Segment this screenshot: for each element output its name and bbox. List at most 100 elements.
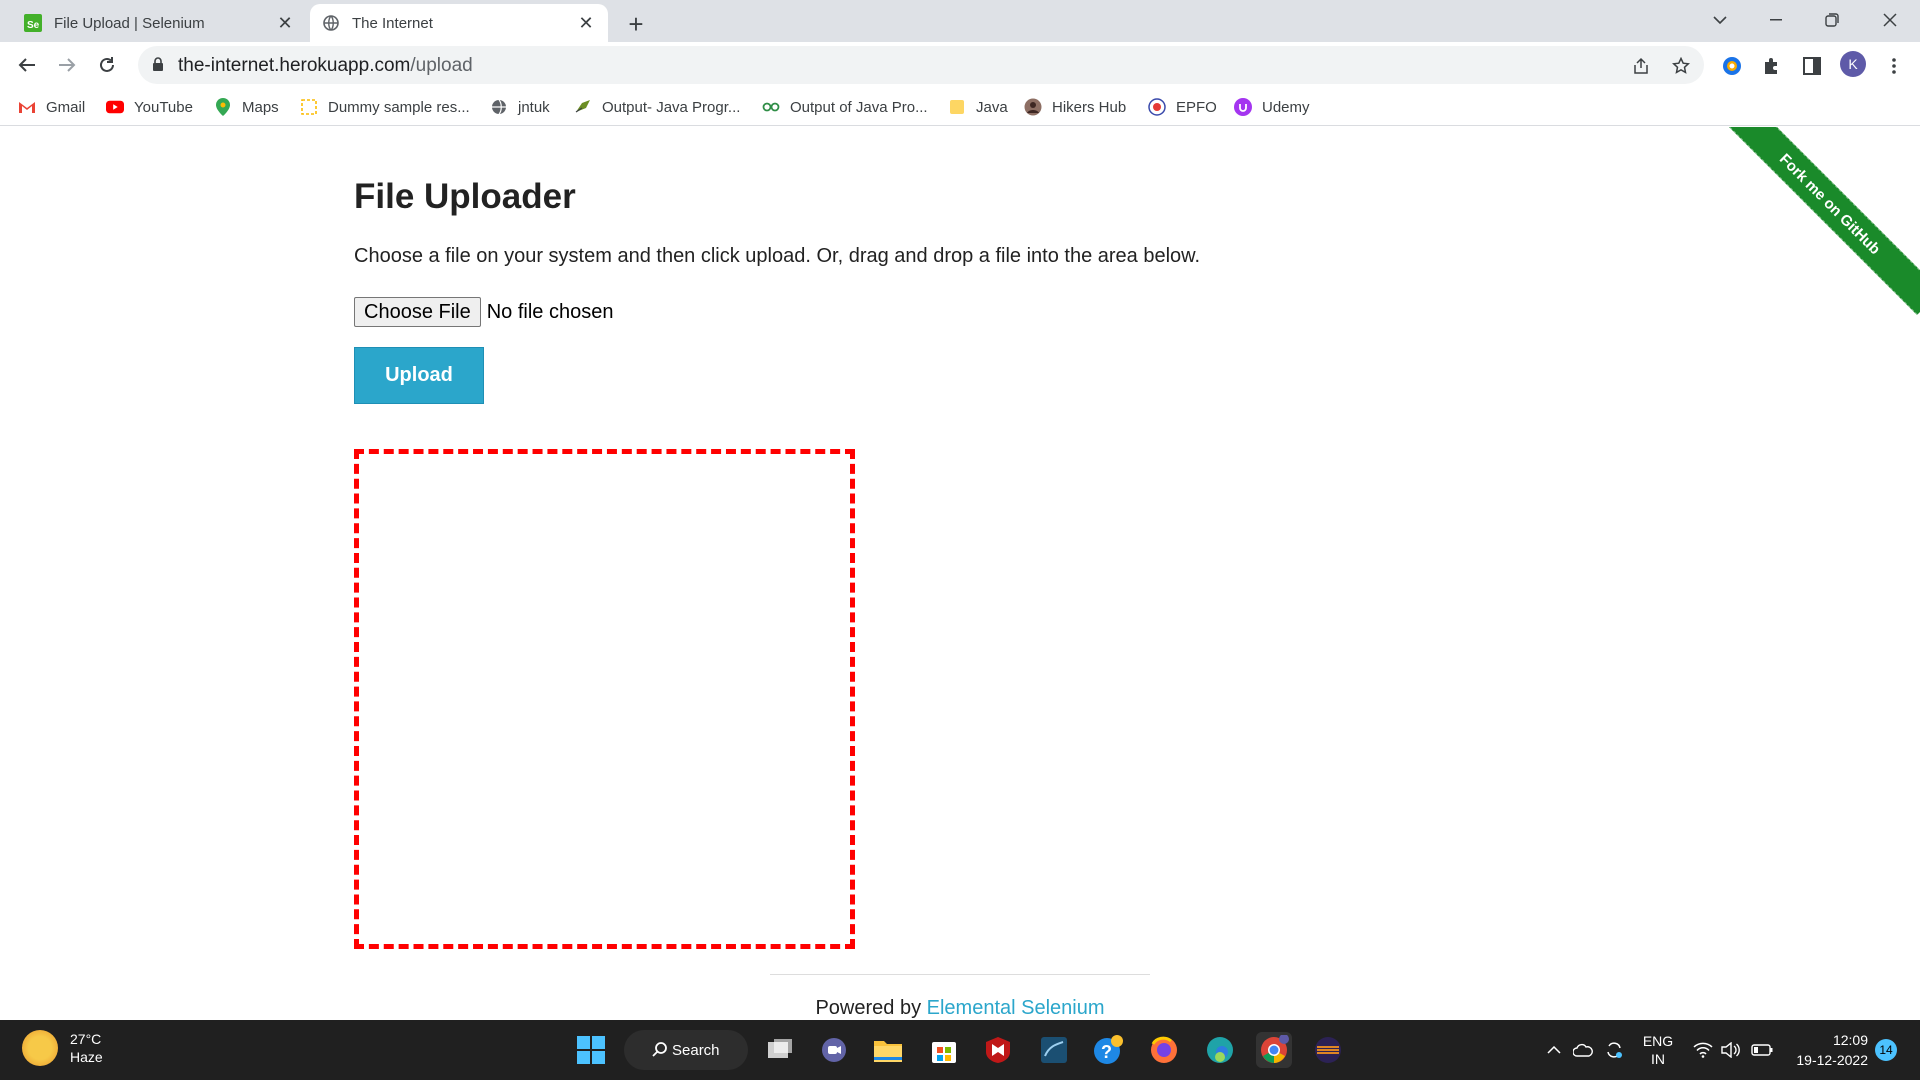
tab-title: The Internet <box>352 14 433 32</box>
tab-the-internet[interactable]: The Internet ✕ <box>310 4 608 42</box>
battery-icon[interactable] <box>1748 1020 1776 1080</box>
task-view-icon[interactable] <box>762 1032 798 1068</box>
restore-button[interactable] <box>1804 0 1860 40</box>
chrome-icon[interactable] <box>1256 1032 1292 1068</box>
file-explorer-icon[interactable] <box>870 1032 906 1068</box>
taskbar-search[interactable]: Search <box>624 1030 748 1070</box>
footer-prefix: Powered by <box>815 997 927 1019</box>
clock[interactable]: 12:09 19-12-2022 <box>1790 1030 1868 1070</box>
volume-icon[interactable] <box>1718 1020 1744 1080</box>
sync-icon[interactable] <box>1600 1020 1628 1080</box>
footer-divider <box>770 974 1150 975</box>
bookmark-output-java-progr[interactable]: Output- Java Progr... <box>574 96 740 118</box>
address-bar[interactable]: the-internet.herokuapp.com/upload <box>138 46 1704 84</box>
language-text: ENG <box>1642 1033 1674 1049</box>
new-tab-button[interactable]: + <box>620 8 652 40</box>
bookmarks-bar: Gmail YouTube Maps Dummy sample res... j… <box>0 88 1920 126</box>
language-indicator[interactable]: ENG IN <box>1638 1020 1678 1080</box>
mysql-workbench-icon[interactable] <box>1036 1032 1072 1068</box>
page-content: Fork me on GitHub File Uploader Choose a… <box>0 127 1920 1020</box>
bookmark-label: EPFO <box>1176 98 1217 116</box>
close-tab-icon[interactable]: ✕ <box>275 13 295 33</box>
side-panel-icon[interactable] <box>1798 52 1826 80</box>
search-icon <box>652 1041 668 1061</box>
selenium-icon: Se <box>24 14 42 32</box>
youtube-icon <box>106 98 124 116</box>
firefox-icon[interactable] <box>1146 1032 1182 1068</box>
mcafee-icon[interactable] <box>980 1032 1016 1068</box>
eclipse-icon[interactable] <box>1310 1032 1346 1068</box>
bookmark-gmail[interactable]: Gmail <box>18 96 85 118</box>
bookmark-star-icon[interactable] <box>1670 55 1692 77</box>
chevron-up-icon[interactable] <box>1542 1020 1566 1080</box>
bookmark-label: YouTube <box>134 98 193 116</box>
weather-widget[interactable]: 27°C Haze <box>22 1030 103 1066</box>
bookmark-label: jntuk <box>518 98 550 116</box>
drag-drop-upload-area[interactable] <box>354 449 855 949</box>
bookmark-jntuk[interactable]: jntuk <box>490 96 550 118</box>
extensions-puzzle-icon[interactable] <box>1758 52 1786 80</box>
fork-me-on-github-ribbon[interactable]: Fork me on GitHub <box>1718 127 1920 316</box>
haze-sun-icon <box>22 1030 58 1066</box>
close-window-button[interactable] <box>1862 0 1918 40</box>
url-text: the-internet.herokuapp.com/upload <box>178 55 473 77</box>
footer: Powered by Elemental Selenium <box>0 997 1920 1020</box>
lock-icon[interactable] <box>152 56 164 77</box>
maps-icon <box>214 98 232 116</box>
bookmark-udemy[interactable]: Udemy <box>1234 96 1310 118</box>
tab-file-upload-selenium[interactable]: Se File Upload | Selenium ✕ <box>12 4 307 42</box>
udemy-icon <box>1234 98 1252 116</box>
back-button[interactable] <box>10 48 44 82</box>
choose-file-button[interactable]: Choose File <box>354 297 481 327</box>
kebab-menu-icon[interactable] <box>1880 52 1908 80</box>
bookmark-epfo[interactable]: EPFO <box>1148 96 1217 118</box>
browser-toolbar: the-internet.herokuapp.com/upload K <box>0 42 1920 88</box>
close-tab-icon[interactable]: ✕ <box>576 13 596 33</box>
folder-icon <box>948 98 966 116</box>
file-status-text: No file chosen <box>486 300 614 323</box>
search-label: Search <box>672 1041 720 1059</box>
url-path: /upload <box>410 55 473 76</box>
url-host: the-internet.herokuapp.com <box>178 55 411 76</box>
tab-search-icon[interactable] <box>1692 0 1748 40</box>
bookmark-label: Output of Java Pro... <box>790 98 928 116</box>
page-title: File Uploader <box>354 177 576 216</box>
upload-button[interactable]: Upload <box>354 347 484 404</box>
bookmark-youtube[interactable]: YouTube <box>106 96 193 118</box>
gmail-icon <box>18 98 36 116</box>
tab-strip: Se File Upload | Selenium ✕ The Internet… <box>0 0 1920 42</box>
bookmark-label: Hikers Hub <box>1052 98 1127 116</box>
bookmark-output-of-java-pro[interactable]: Output of Java Pro... <box>762 96 928 118</box>
bookmark-dummy-sample[interactable]: Dummy sample res... <box>300 96 470 118</box>
windows-start-icon[interactable] <box>573 1032 609 1068</box>
region-text: IN <box>1651 1051 1665 1067</box>
weather-condition-text: Haze <box>70 1049 103 1065</box>
bookmark-label: Udemy <box>1262 98 1310 116</box>
bookmark-label: Output- Java Progr... <box>602 98 741 116</box>
microsoft-store-icon[interactable] <box>926 1032 962 1068</box>
wifi-icon[interactable] <box>1690 1020 1716 1080</box>
notification-badge[interactable]: 14 <box>1875 1039 1897 1061</box>
bookmark-maps[interactable]: Maps <box>214 96 279 118</box>
emblem-icon <box>1148 98 1166 116</box>
minimize-button[interactable] <box>1748 0 1804 40</box>
share-icon[interactable] <box>1630 55 1652 77</box>
svg-text:Se: Se <box>27 20 40 31</box>
elemental-selenium-link[interactable]: Elemental Selenium <box>927 997 1105 1019</box>
geeks-icon <box>762 98 780 116</box>
teams-chat-icon[interactable] <box>816 1032 852 1068</box>
taskbar: 27°C Haze Search ? ENG IN 12:09 19-12-20… <box>0 1020 1920 1080</box>
bookmark-label: Dummy sample res... <box>328 98 470 116</box>
help-icon[interactable]: ? <box>1090 1032 1126 1068</box>
person-icon <box>1024 98 1042 116</box>
bookmark-label: Gmail <box>46 98 86 116</box>
profile-avatar[interactable]: K <box>1840 51 1866 77</box>
extension-shield-icon[interactable] <box>1718 52 1746 80</box>
onedrive-icon[interactable] <box>1570 1020 1596 1080</box>
bookmark-java[interactable]: Java <box>948 96 1008 118</box>
edge-icon[interactable] <box>1202 1032 1238 1068</box>
reload-button[interactable] <box>90 48 124 82</box>
bookmark-hikers-hub[interactable]: Hikers Hub <box>1024 96 1126 118</box>
file-input[interactable]: Choose File No file chosen <box>354 297 613 327</box>
forward-button[interactable] <box>50 48 84 82</box>
